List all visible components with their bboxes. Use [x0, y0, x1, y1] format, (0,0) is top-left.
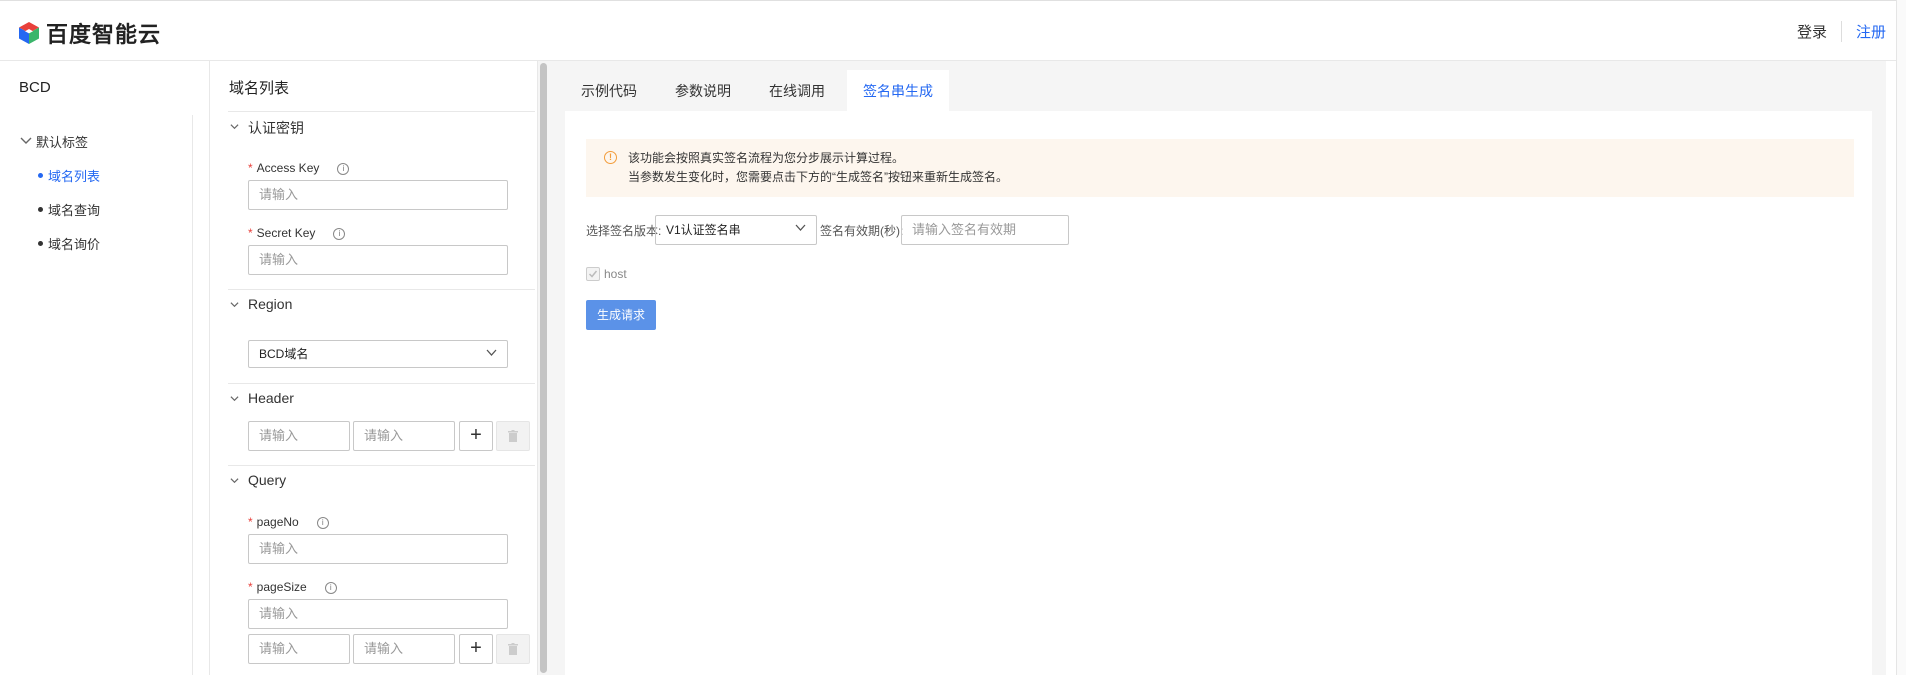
- sidebar-item-domain-query[interactable]: 域名查询: [20, 199, 100, 219]
- register-link[interactable]: 注册: [1842, 21, 1886, 42]
- info-icon[interactable]: i: [337, 162, 350, 175]
- tab-online-call[interactable]: 在线调用: [753, 70, 841, 112]
- header-key-input[interactable]: 请输入: [248, 421, 350, 451]
- sidebar-title: BCD: [19, 79, 51, 96]
- chevron-down-icon: [20, 137, 32, 144]
- expire-input[interactable]: 请输入签名有效期: [901, 215, 1069, 245]
- header-value-input[interactable]: 请输入: [353, 421, 455, 451]
- chevron-down-icon: [230, 396, 239, 402]
- access-key-input[interactable]: 请输入: [248, 180, 508, 210]
- notice-line-1: 该功能会按照真实签名流程为您分步展示计算过程。: [628, 151, 905, 165]
- page-no-label: * pageNo i: [248, 515, 329, 529]
- notice-line-2: 当参数发生变化时，您需要点击下方的“生成签名”按钮来重新生成签名。: [628, 170, 1008, 184]
- field-label-text: pageSize: [256, 580, 307, 594]
- page-no-input[interactable]: 请输入: [248, 534, 508, 564]
- section-label: 认证密钥: [248, 120, 304, 136]
- expire-label: 签名有效期(秒):: [820, 224, 904, 238]
- section-query[interactable]: Query: [228, 465, 535, 495]
- add-header-button[interactable]: +: [459, 421, 493, 451]
- access-key-label: * Access Key i: [248, 161, 350, 175]
- check-icon: [588, 270, 598, 278]
- chevron-down-icon: [230, 478, 239, 484]
- top-bar: 百度智能云 登录 注册: [0, 0, 1906, 61]
- section-label: Header: [248, 390, 294, 406]
- version-select-value: V1认证签名串: [666, 223, 741, 237]
- required-mark: *: [248, 226, 253, 240]
- field-label-text: Access Key: [256, 161, 320, 175]
- required-mark: *: [248, 580, 253, 594]
- logo-text: 百度智能云: [46, 22, 162, 47]
- region-select-value: BCD域名: [259, 347, 309, 361]
- trash-icon: [508, 430, 518, 442]
- tab-bar: 示例代码 参数说明 在线调用 签名串生成: [565, 70, 955, 112]
- host-checkbox[interactable]: host: [586, 267, 627, 281]
- scrollbar-thumb[interactable]: [540, 63, 547, 673]
- notice-banner: ! 该功能会按照真实签名流程为您分步展示计算过程。 当参数发生变化时，您需要点击…: [586, 139, 1854, 197]
- page-size-input[interactable]: 请输入: [248, 599, 508, 629]
- section-label: Region: [248, 296, 293, 312]
- login-link[interactable]: 登录: [1783, 21, 1842, 42]
- chevron-down-icon: [795, 224, 806, 231]
- section-region[interactable]: Region: [228, 289, 535, 319]
- version-label: 选择签名版本:: [586, 224, 662, 238]
- add-query-button[interactable]: +: [459, 634, 493, 664]
- sidebar-group-label: 默认标签: [36, 134, 89, 150]
- cloud-logo-icon: [19, 22, 39, 44]
- tab-signature-gen[interactable]: 签名串生成: [847, 70, 949, 112]
- pane-title: 域名列表: [229, 80, 290, 97]
- warning-icon: !: [604, 151, 617, 164]
- sidebar-item-label: 域名询价: [48, 236, 101, 252]
- sidebar-tree: 默认标签 域名列表 域名查询 域名询价: [20, 131, 100, 253]
- tab-param-docs[interactable]: 参数说明: [659, 70, 747, 112]
- bullet-icon: [38, 240, 43, 246]
- sidebar-item-label: 域名查询: [48, 202, 101, 218]
- query-key-input[interactable]: 请输入: [248, 634, 350, 664]
- section-label: Query: [248, 472, 287, 488]
- tab-sample-code[interactable]: 示例代码: [565, 70, 653, 112]
- info-icon[interactable]: i: [316, 516, 329, 529]
- bullet-icon: [38, 206, 43, 212]
- checkbox-box[interactable]: [586, 267, 600, 281]
- delete-query-button[interactable]: [496, 634, 530, 664]
- info-icon[interactable]: i: [333, 227, 346, 240]
- host-label: host: [604, 267, 627, 281]
- region-select[interactable]: BCD域名: [248, 340, 508, 368]
- trash-icon: [508, 643, 518, 655]
- required-mark: *: [248, 161, 253, 175]
- section-header[interactable]: Header: [228, 383, 535, 413]
- tool-pane: 示例代码 参数说明 在线调用 签名串生成 ! 该功能会按照真实签名流程为您分步展…: [548, 61, 1886, 675]
- secret-key-label: * Secret Key i: [248, 226, 346, 240]
- form-scrollbar[interactable]: [537, 61, 548, 675]
- page-scroll-edge[interactable]: [1896, 0, 1906, 675]
- logo[interactable]: 百度智能云: [18, 17, 161, 49]
- signature-panel: ! 该功能会按照真实签名流程为您分步展示计算过程。 当参数发生变化时，您需要点击…: [565, 111, 1872, 675]
- chevron-down-icon: [230, 302, 239, 308]
- field-label-text: Secret Key: [256, 226, 316, 240]
- query-value-input[interactable]: 请输入: [353, 634, 455, 664]
- page-size-label: * pageSize i: [248, 580, 337, 594]
- field-label-text: pageNo: [256, 515, 299, 529]
- request-form-pane: 域名列表 认证密钥 * Access Key i 请输入 * Secret Key i …: [210, 61, 537, 675]
- chevron-down-icon: [486, 349, 497, 356]
- sidebar: BCD 默认标签 域名列表 域名查询 域名询价: [0, 61, 193, 675]
- sidebar-divider: [192, 115, 193, 675]
- info-icon[interactable]: i: [324, 581, 337, 594]
- sidebar-group-default[interactable]: 默认标签: [20, 131, 100, 151]
- signature-version-select[interactable]: V1认证签名串: [655, 215, 817, 245]
- delete-header-button[interactable]: [496, 421, 530, 451]
- chevron-down-icon: [230, 124, 239, 130]
- sidebar-item-domain-list[interactable]: 域名列表: [20, 165, 100, 185]
- secret-key-input[interactable]: 请输入: [248, 245, 508, 275]
- bullet-icon: [38, 172, 43, 178]
- section-auth[interactable]: 认证密钥: [228, 111, 535, 141]
- generate-request-button[interactable]: 生成请求: [586, 300, 656, 330]
- sidebar-item-domain-price[interactable]: 域名询价: [20, 233, 100, 253]
- sidebar-item-label: 域名列表: [48, 168, 101, 184]
- required-mark: *: [248, 515, 253, 529]
